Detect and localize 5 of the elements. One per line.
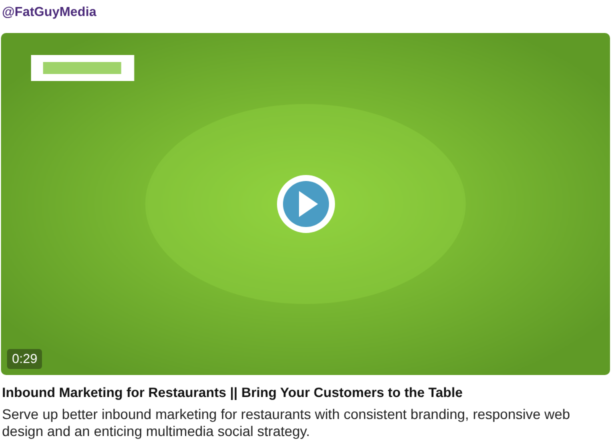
video-description: Serve up better inbound marketing for restaurants with consistent branding, responsive web design and an enticing multimedia social strategy.	[2, 406, 572, 440]
play-button[interactable]	[275, 173, 337, 235]
video-duration: 0:29	[7, 349, 42, 369]
video-title: Inbound Marketing for Restaurants || Bring Your Customers to the Table	[2, 384, 464, 402]
account-handle[interactable]: @FatGuyMedia	[1, 1, 96, 19]
